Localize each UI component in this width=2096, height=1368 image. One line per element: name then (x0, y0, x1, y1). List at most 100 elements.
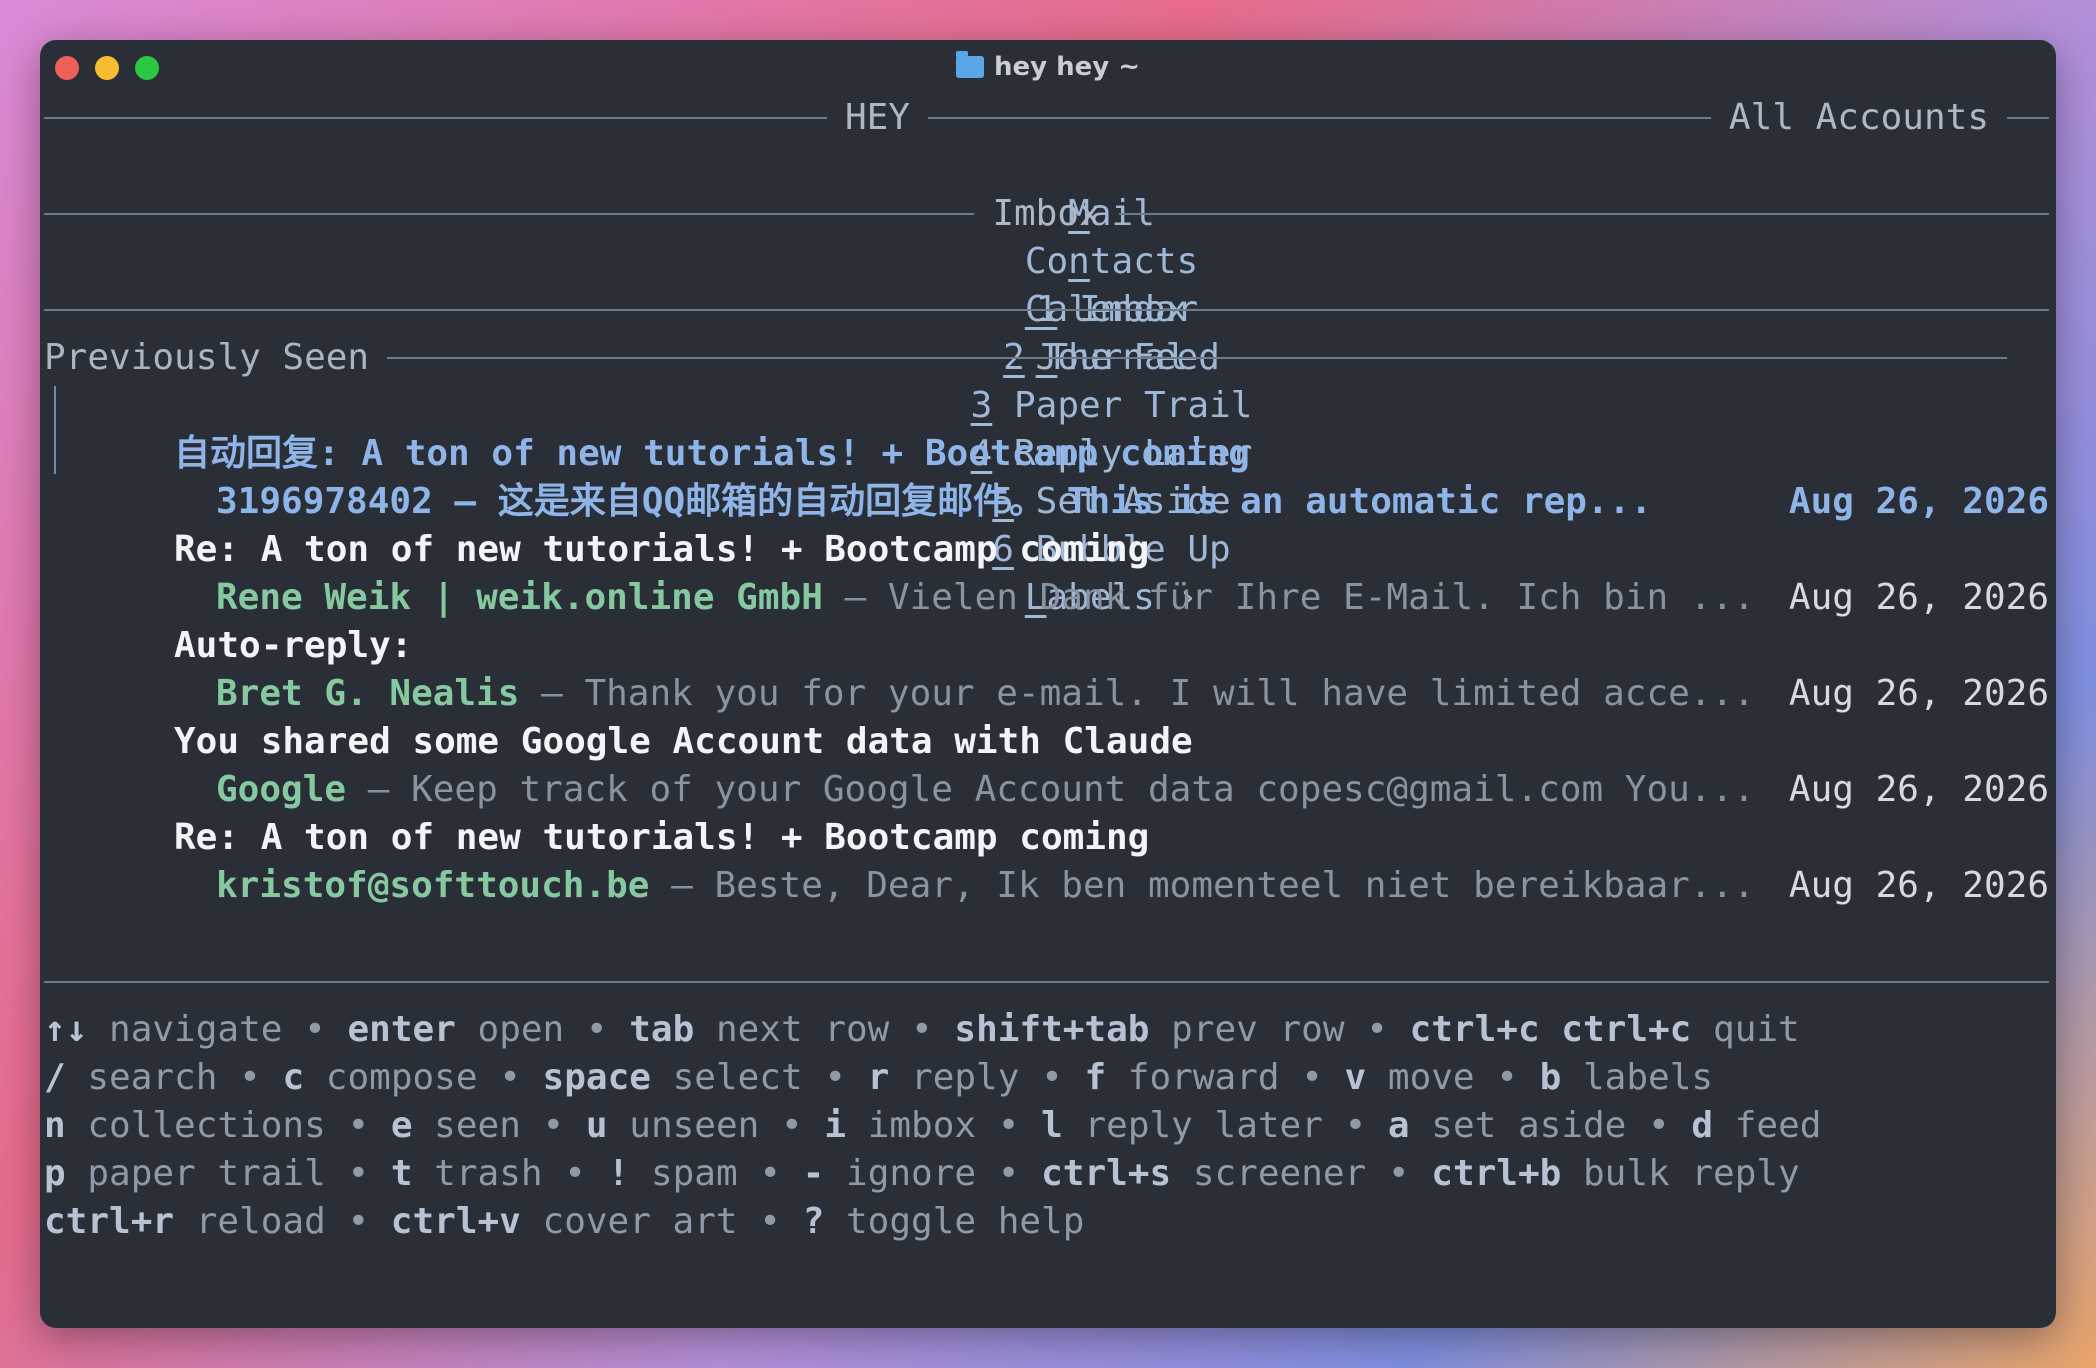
email-subject-line: Auto-reply: Aug 26, 2026 (44, 574, 2049, 714)
main-nav: Mail Contacts Calendar Journal (44, 142, 2049, 378)
window-title: hey hey ~ (993, 52, 1141, 82)
help-line: n collections • e seen • u unseen • i im… (44, 1102, 2049, 1150)
help-key: - (802, 1153, 825, 1194)
email-subject-line: Re: A ton of new tutorials! + Bootcamp c… (44, 766, 2049, 906)
email-item[interactable]: Re: A ton of new tutorials! + Bootcamp c… (44, 478, 2049, 618)
help-key: v (1344, 1057, 1367, 1098)
help-description: bulk reply (1561, 1153, 1800, 1194)
help-separator: • (737, 1153, 803, 1194)
help-description: ignore (824, 1153, 977, 1194)
email-preview-line: kristof@softtouch.be — Beste, Dear, Ik b… (44, 814, 2049, 906)
help-separator: • (1626, 1105, 1692, 1146)
email-item[interactable]: 自动回复: A ton of new tutorials! + Bootcamp… (44, 382, 2049, 522)
help-separator: • (1019, 1057, 1085, 1098)
help-key: ctrl+v (390, 1201, 521, 1242)
help-separator: • (325, 1153, 391, 1194)
help-separator: • (217, 1057, 283, 1098)
email-subject-line: You shared some Google Account data with… (44, 670, 2049, 810)
help-key: p (44, 1153, 66, 1194)
help-separator: • (1366, 1153, 1432, 1194)
help-description: compose (304, 1057, 478, 1098)
divider (2007, 117, 2049, 119)
divider (927, 117, 1711, 119)
minimize-window-button[interactable] (95, 56, 119, 80)
help-description: next row (694, 1009, 890, 1050)
email-item[interactable]: Re: A ton of new tutorials! + Bootcamp c… (44, 766, 2049, 906)
help-description: navigate (87, 1009, 283, 1050)
window-controls (55, 56, 159, 80)
help-separator: • (542, 1153, 608, 1194)
window-title-area: hey hey ~ (955, 51, 1141, 82)
help-line: / search • c compose • space select • r … (44, 1054, 2049, 1102)
email-item[interactable]: Auto-reply: Aug 26, 2026 Bret G. Nealis … (44, 574, 2049, 714)
divider (387, 357, 2007, 359)
help-line: p paper trail • t trash • ! spam • - ign… (44, 1150, 2049, 1198)
help-key: ! (607, 1153, 630, 1194)
help-description: select (650, 1057, 803, 1098)
help-separator: • (976, 1153, 1042, 1194)
help-key: c (282, 1057, 305, 1098)
title-bar: hey hey ~ (40, 40, 2056, 94)
help-key: a (1387, 1105, 1410, 1146)
help-description: forward (1106, 1057, 1280, 1098)
app-name: HEY (844, 97, 910, 138)
help-key: ctrl+b (1431, 1153, 1562, 1194)
help-key: space (542, 1057, 651, 1098)
help-key: tab (629, 1009, 695, 1050)
help-key: ? (802, 1201, 825, 1242)
help-separator: • (976, 1105, 1042, 1146)
help-key: t (390, 1153, 413, 1194)
help-key: ctrl+s (1041, 1153, 1172, 1194)
help-line: ctrl+r reload • ctrl+v cover art • ? tog… (44, 1198, 2049, 1246)
help-key: i (824, 1105, 847, 1146)
help-description: paper trail (65, 1153, 326, 1194)
tabs-rule (44, 286, 2049, 334)
email-preview-line: 3196978402 — 这是来自QQ邮箱的自动回复邮件。 This is an… (44, 430, 2049, 522)
help-description: screener (1171, 1153, 1367, 1194)
divider (1118, 213, 2049, 215)
help-key: ctrl+r (44, 1201, 175, 1242)
divider (44, 981, 2049, 983)
help-description: cover art (520, 1201, 738, 1242)
terminal-window: hey hey ~ HEY All Accounts Mail Contacts… (40, 40, 2056, 1328)
help-key: ↑↓ (44, 1009, 88, 1050)
help-description: unseen (607, 1105, 760, 1146)
help-key: u (585, 1105, 608, 1146)
help-separator: • (1344, 1009, 1410, 1050)
divider (44, 117, 827, 119)
help-description: seen (412, 1105, 521, 1146)
header-rule: HEY All Accounts (44, 94, 2049, 142)
section-header: Previously Seen (44, 334, 2049, 382)
help-panel: ↑↓ navigate • enter open • tab next row … (44, 1006, 2049, 1246)
help-separator: • (325, 1201, 391, 1242)
help-description: collections (65, 1105, 326, 1146)
help-separator: • (1279, 1057, 1345, 1098)
help-separator: • (1322, 1105, 1388, 1146)
account-selector[interactable]: All Accounts (1711, 94, 2007, 142)
help-rule (44, 958, 2049, 1006)
help-separator: • (889, 1009, 955, 1050)
help-key: ctrl+c ctrl+c (1409, 1009, 1692, 1050)
help-key: shift+tab (954, 1009, 1150, 1050)
help-key: r (867, 1057, 890, 1098)
help-description: reply later (1062, 1105, 1323, 1146)
help-key: d (1691, 1105, 1714, 1146)
empty-space (44, 862, 2049, 910)
help-description: labels (1561, 1057, 1714, 1098)
email-item[interactable]: You shared some Google Account data with… (44, 670, 2049, 810)
email-preview-line: Bret G. Nealis — Thank you for your e-ma… (44, 622, 2049, 714)
close-window-button[interactable] (55, 56, 79, 80)
zoom-window-button[interactable] (135, 56, 159, 80)
divider (44, 213, 975, 215)
email-preview-line: Google — Keep track of your Google Accou… (44, 718, 2049, 810)
help-separator: • (802, 1057, 868, 1098)
help-separator: • (1474, 1057, 1540, 1098)
help-description: feed (1713, 1105, 1822, 1146)
help-description: imbox (846, 1105, 977, 1146)
help-key: f (1084, 1057, 1107, 1098)
help-separator: • (520, 1105, 586, 1146)
email-subject-line: 自动回复: A ton of new tutorials! + Bootcamp… (44, 382, 2049, 522)
help-key: / (44, 1057, 66, 1098)
help-description: search (65, 1057, 218, 1098)
help-separator: • (325, 1105, 391, 1146)
